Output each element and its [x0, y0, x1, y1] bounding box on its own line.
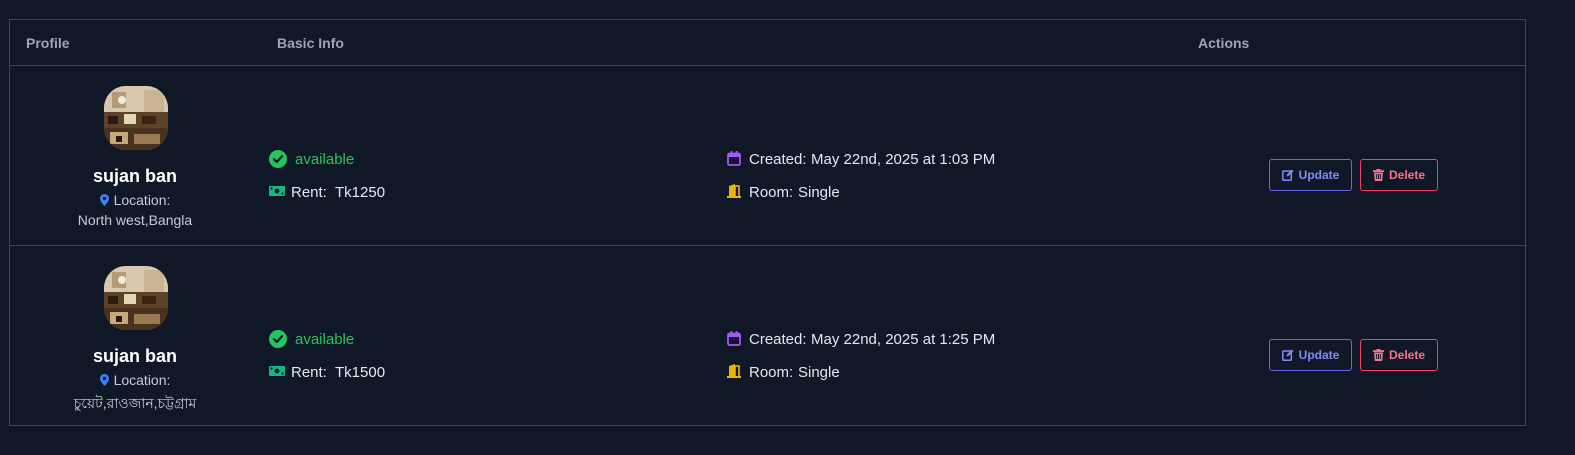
- rent-value: Tk1500: [335, 364, 386, 381]
- calendar-icon: [727, 331, 741, 346]
- room-label: Room:: [749, 184, 794, 201]
- rent-label: Rent:: [291, 184, 327, 201]
- table-header: Profile Basic Info Actions: [10, 20, 1525, 66]
- listings-table: Profile Basic Info Actions sujan ban Loc…: [9, 19, 1526, 426]
- calendar-icon: [727, 151, 741, 166]
- location-value: চুয়েট,রাওজান,চট্টগ্রাম: [73, 395, 197, 411]
- door-icon: [727, 364, 741, 378]
- location-line: Location:: [10, 192, 260, 208]
- created-label: Created:: [749, 331, 807, 348]
- edit-icon: [1281, 349, 1294, 361]
- header-basic-info: Basic Info: [277, 35, 344, 51]
- room-value: Single: [798, 364, 840, 381]
- room-photo: [104, 86, 168, 150]
- map-pin-icon: [99, 374, 109, 386]
- status-value: available: [295, 331, 355, 348]
- update-button[interactable]: Update: [1269, 159, 1352, 191]
- rent-label: Rent:: [291, 364, 327, 381]
- table-row: sujan ban Location: North west,Bangla av…: [10, 66, 1525, 246]
- rent-value: Tk1250: [335, 184, 386, 201]
- avatar: [104, 266, 168, 330]
- room-photo: [104, 266, 168, 330]
- trash-icon: [1372, 349, 1384, 361]
- edit-icon: [1281, 169, 1294, 181]
- status-value: available: [295, 151, 355, 168]
- table-row: sujan ban Location: চুয়েট,রাওজান,চট্টগ্…: [10, 246, 1525, 426]
- location-label: Location:: [113, 192, 171, 208]
- room-value: Single: [798, 184, 840, 201]
- location-line: Location:: [10, 372, 260, 388]
- header-profile: Profile: [26, 35, 70, 51]
- location-value: North west,Bangla: [77, 212, 193, 228]
- door-icon: [727, 184, 741, 198]
- check-circle-icon: [269, 150, 287, 168]
- money-bill-icon: [269, 186, 285, 196]
- money-bill-icon: [269, 366, 285, 376]
- created-label: Created:: [749, 151, 807, 168]
- location-label: Location:: [113, 372, 171, 388]
- update-button[interactable]: Update: [1269, 339, 1352, 371]
- update-label: Update: [1298, 168, 1340, 182]
- delete-label: Delete: [1388, 348, 1426, 362]
- trash-icon: [1372, 169, 1384, 181]
- created-value: May 22nd, 2025 at 1:03 PM: [811, 151, 996, 168]
- map-pin-icon: [99, 194, 109, 206]
- created-value: May 22nd, 2025 at 1:25 PM: [811, 331, 996, 348]
- profile-name: sujan ban: [92, 166, 177, 186]
- delete-button[interactable]: Delete: [1360, 159, 1438, 191]
- profile-name: sujan ban: [92, 346, 177, 366]
- room-label: Room:: [749, 364, 794, 381]
- avatar: [104, 86, 168, 150]
- check-circle-icon: [269, 330, 287, 348]
- update-label: Update: [1298, 348, 1340, 362]
- delete-label: Delete: [1388, 168, 1426, 182]
- delete-button[interactable]: Delete: [1360, 339, 1438, 371]
- header-actions: Actions: [1198, 35, 1250, 51]
